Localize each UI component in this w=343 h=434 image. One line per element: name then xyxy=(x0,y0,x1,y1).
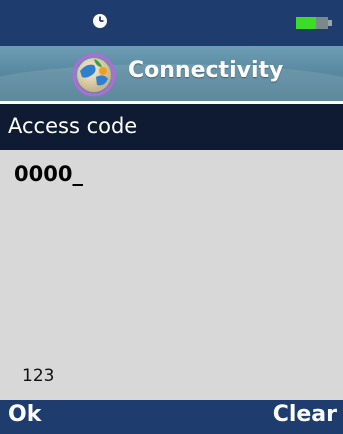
clock-icon xyxy=(93,14,107,28)
access-code-input-area[interactable]: 0000_ 123 xyxy=(0,150,343,400)
input-mode-indicator: 123 xyxy=(22,366,55,386)
access-code-header: Access code xyxy=(0,104,343,150)
status-bar xyxy=(0,0,343,46)
access-code-field[interactable]: 0000_ xyxy=(14,162,83,186)
globe-icon xyxy=(72,53,116,97)
phone-screen: Connectivity Access code 0000_ 123 Ok Cl… xyxy=(0,0,343,434)
clear-softkey[interactable]: Clear xyxy=(273,402,337,427)
title-bar: Connectivity xyxy=(0,46,343,101)
access-code-label: Access code xyxy=(8,114,138,138)
softkey-bar: Ok Clear xyxy=(0,400,343,434)
screen-title: Connectivity xyxy=(128,58,284,83)
battery-icon xyxy=(296,17,332,29)
ok-softkey[interactable]: Ok xyxy=(8,402,41,427)
